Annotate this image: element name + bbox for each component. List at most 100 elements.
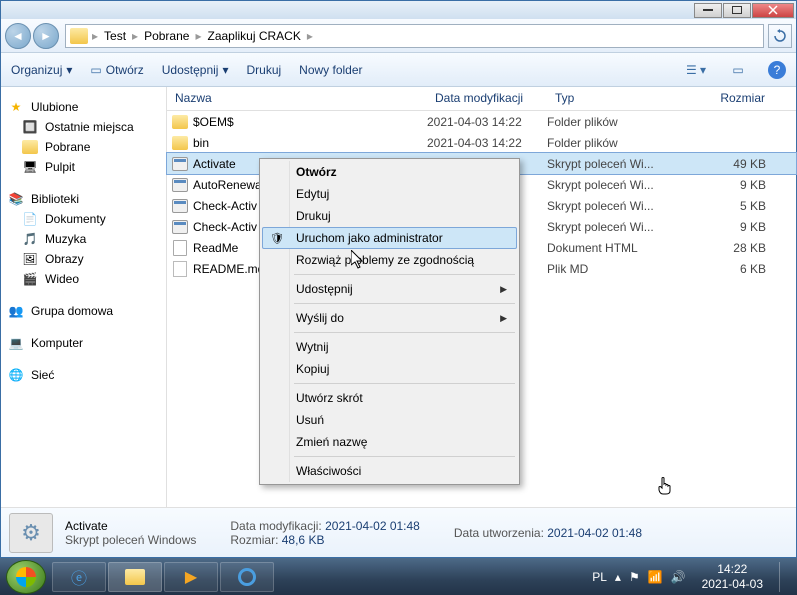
close-button[interactable] (752, 3, 794, 18)
sidebar-recent[interactable]: 🔲Ostatnie miejsca (1, 117, 166, 137)
sidebar-desktop[interactable]: 🖥Pulpit (1, 157, 166, 177)
ctx-print[interactable]: Drukuj (262, 205, 517, 227)
breadcrumb-item[interactable]: Test (98, 29, 132, 43)
titlebar (1, 1, 796, 19)
tray-sound-icon[interactable]: 🔊 (671, 570, 686, 584)
ctx-properties[interactable]: Właściwości (262, 460, 517, 482)
back-button[interactable]: ◄ (5, 23, 31, 49)
tray-up-icon[interactable]: ▴ (615, 570, 621, 584)
column-headers: Nazwa Data modyfikacji Typ Rozmiar (167, 87, 796, 111)
taskbar-media[interactable]: ▶ (164, 562, 218, 592)
column-date[interactable]: Data modyfikacji (427, 87, 547, 110)
start-button[interactable] (6, 560, 46, 594)
downloads-icon (21, 139, 39, 155)
file-size: 6 KB (665, 262, 796, 276)
desktop-icon: 🖥 (21, 159, 39, 175)
breadcrumb-item[interactable]: Zaaplikuj CRACK (201, 29, 306, 43)
file-icon (171, 156, 189, 172)
file-size: 49 KB (665, 157, 796, 171)
file-name: Check-Activ (193, 220, 257, 234)
folder-icon (70, 28, 88, 44)
maximize-button[interactable] (723, 3, 751, 18)
sidebar-downloads[interactable]: Pobrane (1, 137, 166, 157)
details-size-value: 48,6 KB (282, 533, 325, 547)
sidebar-music[interactable]: 🎵Muzyka (1, 229, 166, 249)
file-type: Plik MD (547, 262, 665, 276)
ctx-open[interactable]: Otwórz (262, 161, 517, 183)
ctx-shortcut[interactable]: Utwórz skrót (262, 387, 517, 409)
ctx-copy[interactable]: Kopiuj (262, 358, 517, 380)
forward-button[interactable]: ► (33, 23, 59, 49)
help-button[interactable]: ? (768, 61, 786, 79)
file-icon (171, 177, 189, 193)
new-folder-button[interactable]: Nowy folder (299, 63, 362, 77)
show-desktop-button[interactable] (779, 562, 791, 592)
ctx-sendto[interactable]: Wyślij do▶ (262, 307, 517, 329)
tray-clock[interactable]: 14:22 2021-04-03 (694, 562, 771, 591)
print-button[interactable]: Drukuj (246, 63, 281, 77)
sidebar-network[interactable]: 🌐Sieć (1, 365, 166, 385)
file-type: Skrypt poleceń Wi... (547, 199, 665, 213)
share-menu[interactable]: Udostępnij ▾ (162, 63, 229, 77)
column-size[interactable]: Rozmiar (665, 87, 796, 110)
column-type[interactable]: Typ (547, 87, 665, 110)
taskbar-chrome[interactable] (220, 562, 274, 592)
ctx-cut[interactable]: Wytnij (262, 336, 517, 358)
toolbar: Organizuj ▾ ▭ Otwórz Udostępnij ▾ Drukuj… (1, 53, 796, 87)
details-pane: ⚙ Activate Skrypt poleceń Windows Data m… (1, 507, 796, 557)
ctx-compat[interactable]: Rozwiąż problemy ze zgodnością (262, 249, 517, 271)
sidebar-favorites[interactable]: ★Ulubione (1, 97, 166, 117)
details-mod-value: 2021-04-02 01:48 (325, 519, 420, 533)
ctx-delete[interactable]: Usuń (262, 409, 517, 431)
details-created-label: Data utworzenia: (454, 526, 544, 540)
taskbar-explorer[interactable] (108, 562, 162, 592)
sidebar-documents[interactable]: 📄Dokumenty (1, 209, 166, 229)
sidebar-libraries[interactable]: 📚Biblioteki (1, 189, 166, 209)
gear-icon: ⚙ (21, 520, 41, 546)
details-size-label: Rozmiar: (230, 533, 278, 547)
file-name: bin (193, 136, 209, 150)
breadcrumb-item[interactable]: Pobrane (138, 29, 195, 43)
tray-flag-icon[interactable]: ⚑ (629, 570, 640, 584)
file-size: 9 KB (665, 220, 796, 234)
file-row[interactable]: $OEM$2021-04-03 14:22Folder plików (167, 111, 796, 132)
ctx-rename[interactable]: Zmień nazwę (262, 431, 517, 453)
sidebar: ★Ulubione 🔲Ostatnie miejsca Pobrane 🖥Pul… (1, 87, 167, 507)
tray-network-icon[interactable]: 📶 (648, 570, 663, 584)
file-date: 2021-04-03 14:22 (427, 136, 547, 150)
minimize-button[interactable] (694, 3, 722, 18)
file-type: Folder plików (547, 136, 665, 150)
refresh-button[interactable] (768, 24, 792, 48)
details-name: Activate (65, 519, 196, 533)
music-icon: 🎵 (21, 231, 39, 247)
context-menu: Otwórz Edytuj Drukuj 🛡 Uruchom jako admi… (259, 158, 520, 485)
preview-pane-button[interactable]: ▭ (726, 60, 750, 80)
file-name: ReadMe (193, 241, 238, 255)
file-name: README.md (193, 262, 264, 276)
view-options-button[interactable]: ☰ ▾ (684, 60, 708, 80)
file-row[interactable]: bin 2021-04-03 14:22Folder plików (167, 132, 796, 153)
file-size: 28 KB (665, 241, 796, 255)
file-type: Skrypt poleceń Wi... (547, 178, 665, 192)
sidebar-pictures[interactable]: 🖼Obrazy (1, 249, 166, 269)
sidebar-homegroup[interactable]: 👥Grupa domowa (1, 301, 166, 321)
column-name[interactable]: Nazwa (167, 87, 427, 110)
file-icon (171, 114, 189, 130)
open-button[interactable]: ▭ Otwórz (90, 63, 143, 77)
file-type: Skrypt poleceń Wi... (547, 157, 665, 171)
taskbar-ie[interactable]: ⓔ (52, 562, 106, 592)
ctx-run-as-admin[interactable]: 🛡 Uruchom jako administrator (262, 227, 517, 249)
tray-date: 2021-04-03 (702, 577, 763, 591)
sidebar-computer[interactable]: 💻Komputer (1, 333, 166, 353)
computer-icon: 💻 (7, 335, 25, 351)
ctx-edit[interactable]: Edytuj (262, 183, 517, 205)
system-tray: PL ▴ ⚑ 📶 🔊 14:22 2021-04-03 (592, 562, 791, 592)
file-name: Activate (193, 157, 236, 171)
organize-menu[interactable]: Organizuj ▾ (11, 63, 72, 77)
sidebar-videos[interactable]: 🎬Wideo (1, 269, 166, 289)
tray-lang[interactable]: PL (592, 570, 607, 584)
breadcrumb-bar[interactable]: ▸ Test ▸ Pobrane ▸ Zaaplikuj CRACK ▸ (65, 24, 764, 48)
file-name: $OEM$ (193, 115, 234, 129)
network-icon: 🌐 (7, 367, 25, 383)
ctx-share[interactable]: Udostępnij▶ (262, 278, 517, 300)
